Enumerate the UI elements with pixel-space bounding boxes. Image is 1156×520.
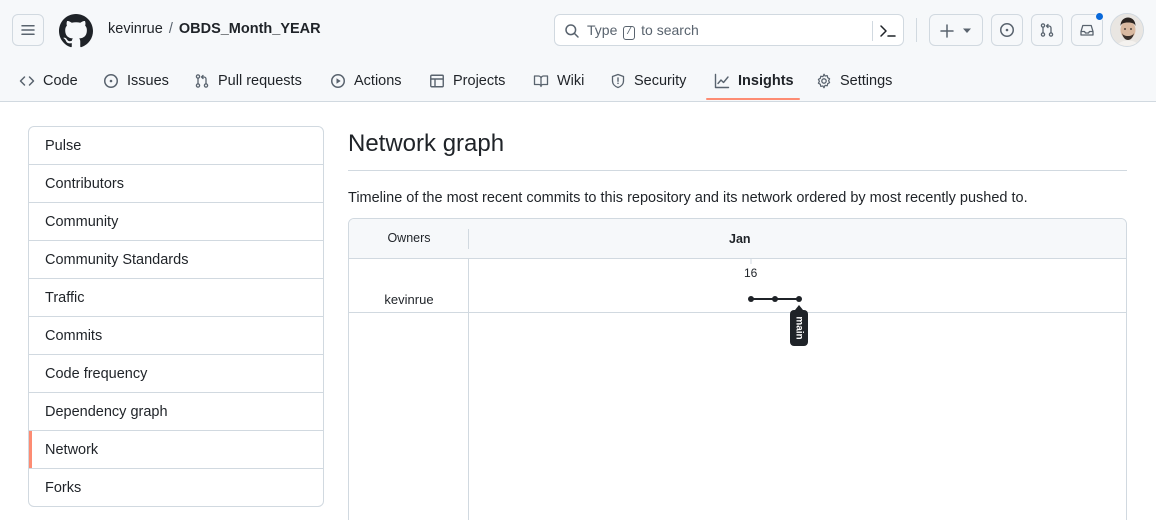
header-divider bbox=[916, 18, 917, 42]
commit-dot[interactable] bbox=[796, 296, 802, 302]
repo-name-link[interactable]: OBDS_Month_YEAR bbox=[179, 21, 321, 37]
page-description: Timeline of the most recent commits to t… bbox=[348, 190, 1028, 206]
gear-icon bbox=[817, 73, 831, 89]
sidebar-item-contributors[interactable]: Contributors bbox=[29, 165, 323, 203]
sidebar-item-code-frequency[interactable]: Code frequency bbox=[29, 355, 323, 393]
sidebar-item-community-standards[interactable]: Community Standards bbox=[29, 241, 323, 279]
sidebar-item-pulse[interactable]: Pulse bbox=[29, 127, 323, 165]
tab-label: Actions bbox=[354, 73, 402, 89]
pull-requests-button[interactable] bbox=[1031, 14, 1063, 46]
command-palette-icon[interactable] bbox=[879, 23, 897, 39]
search-shortcut-key: / bbox=[623, 26, 636, 40]
page-title: Network graph bbox=[348, 130, 505, 157]
book-icon bbox=[533, 75, 549, 88]
github-logo-icon[interactable] bbox=[59, 14, 93, 48]
user-avatar-icon bbox=[1111, 14, 1143, 46]
sidebar-item-traffic[interactable]: Traffic bbox=[29, 279, 323, 317]
sidebar-item-dependency-graph[interactable]: Dependency graph bbox=[29, 393, 323, 431]
notification-indicator bbox=[1095, 12, 1104, 21]
search-input[interactable]: Type / to search bbox=[554, 14, 904, 46]
menu-button[interactable] bbox=[12, 14, 44, 46]
create-new-button[interactable] bbox=[929, 14, 983, 46]
tab-pull-requests[interactable]: Pull requests bbox=[194, 60, 302, 102]
shield-icon bbox=[611, 73, 625, 89]
inbox-icon bbox=[1080, 24, 1094, 36]
issue-icon bbox=[104, 74, 118, 88]
tab-label: Insights bbox=[738, 73, 794, 89]
branch-label-main[interactable]: main bbox=[790, 310, 808, 346]
breadcrumb: kevinrue / OBDS_Month_YEAR bbox=[108, 21, 321, 37]
search-placeholder: Type / to search bbox=[587, 22, 699, 40]
tab-security[interactable]: Security bbox=[610, 60, 686, 102]
search-icon bbox=[565, 24, 579, 38]
code-icon bbox=[19, 76, 35, 86]
network-graph[interactable]: Owners Jan kevinrue 16 main bbox=[348, 218, 1127, 520]
commit-dot[interactable] bbox=[748, 296, 754, 302]
tab-actions[interactable]: Actions bbox=[330, 60, 402, 102]
tab-label: Code bbox=[43, 73, 78, 89]
graph-icon bbox=[714, 73, 730, 89]
tab-label: Issues bbox=[127, 73, 169, 89]
tab-code[interactable]: Code bbox=[19, 60, 78, 102]
repo-header: kevinrue / OBDS_Month_YEAR Type / to searc… bbox=[0, 0, 1156, 102]
insights-sidebar: Pulse Contributors Community Community S… bbox=[28, 126, 324, 507]
tab-label: Pull requests bbox=[218, 73, 302, 89]
tab-issues[interactable]: Issues bbox=[103, 60, 169, 102]
commit-graph bbox=[748, 259, 803, 310]
repo-nav-tabs: Code Issues Pull requests Actions Projec… bbox=[0, 60, 1156, 102]
avatar[interactable] bbox=[1110, 13, 1144, 47]
pull-request-icon bbox=[195, 74, 209, 88]
tab-label: Security bbox=[634, 73, 687, 89]
play-icon bbox=[331, 74, 345, 88]
triangle-down-icon bbox=[963, 28, 971, 33]
git-pull-request-icon bbox=[1040, 23, 1054, 37]
sidebar-item-forks[interactable]: Forks bbox=[29, 469, 323, 506]
tab-label: Wiki bbox=[557, 73, 585, 89]
repo-owner-link[interactable]: kevinrue bbox=[108, 21, 163, 37]
search-divider bbox=[872, 21, 873, 41]
plus-icon bbox=[940, 24, 954, 38]
tab-label: Projects bbox=[453, 73, 506, 89]
table-icon bbox=[430, 74, 444, 88]
top-bar: kevinrue / OBDS_Month_YEAR Type / to searc… bbox=[0, 0, 1156, 60]
breadcrumb-separator: / bbox=[168, 21, 173, 37]
issues-button[interactable] bbox=[991, 14, 1023, 46]
tab-wiki[interactable]: Wiki bbox=[533, 60, 584, 102]
hamburger-icon bbox=[21, 25, 35, 35]
tab-label: Settings bbox=[840, 73, 893, 89]
title-divider bbox=[348, 170, 1127, 171]
tab-insights[interactable]: Insights bbox=[714, 60, 794, 102]
sidebar-item-community[interactable]: Community bbox=[29, 203, 323, 241]
commit-dot[interactable] bbox=[772, 296, 778, 302]
sidebar-item-network[interactable]: Network bbox=[29, 431, 323, 469]
branch-name: main bbox=[793, 316, 805, 340]
sidebar-item-commits[interactable]: Commits bbox=[29, 317, 323, 355]
tab-settings[interactable]: Settings bbox=[816, 60, 892, 102]
issue-opened-icon bbox=[1000, 23, 1014, 37]
active-tab-indicator bbox=[706, 98, 800, 100]
tab-projects[interactable]: Projects bbox=[429, 60, 505, 102]
